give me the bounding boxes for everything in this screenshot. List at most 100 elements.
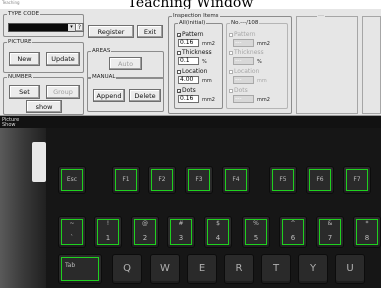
dots-unit: mm2 bbox=[202, 97, 215, 103]
type-code-combobox[interactable]: ▾ bbox=[8, 23, 76, 32]
key-label: 5 bbox=[253, 234, 259, 242]
manual-append-button[interactable]: Append bbox=[93, 89, 125, 102]
chevron-down-icon[interactable]: ▾ bbox=[68, 24, 75, 31]
key-label: F6 bbox=[316, 176, 324, 183]
picture-group: PICTURE New Update bbox=[3, 39, 84, 73]
key-roi[interactable]: Esc bbox=[58, 166, 86, 194]
dots-threshold-input[interactable]: 0.16 bbox=[178, 95, 199, 103]
register-button[interactable]: Register bbox=[88, 25, 134, 38]
key-roi[interactable]: F3 bbox=[185, 166, 213, 194]
key-label: ` bbox=[70, 234, 74, 242]
key-roi[interactable]: @2 bbox=[131, 216, 159, 248]
picture-update-button[interactable]: Update bbox=[46, 52, 80, 66]
key-shift-label: ! bbox=[106, 220, 110, 227]
key-label: F2 bbox=[158, 176, 166, 183]
checkbox-unchecked-icon bbox=[229, 69, 233, 74]
number-thickness-input[interactable]: --- bbox=[233, 57, 254, 65]
key-roi[interactable]: Y bbox=[298, 254, 328, 284]
window-title: Teaching Window bbox=[127, 0, 254, 9]
number-location-unit: mm bbox=[257, 78, 267, 84]
key-roi[interactable]: Tab bbox=[58, 254, 102, 284]
key-label: Q bbox=[123, 263, 131, 274]
location-threshold-input[interactable]: 4.00 bbox=[178, 76, 199, 84]
key-label: F3 bbox=[195, 176, 203, 183]
checkbox-unchecked-icon bbox=[177, 69, 181, 74]
thickness-unit: % bbox=[202, 59, 207, 65]
key-roi[interactable]: ~ ` bbox=[58, 216, 86, 248]
number-thickness-checkbox[interactable]: Thickness bbox=[229, 49, 264, 56]
key-roi[interactable]: & 7 bbox=[316, 216, 344, 248]
type-code-help-button[interactable]: ? bbox=[75, 23, 84, 32]
number-thickness-label: Thickness bbox=[234, 49, 264, 56]
key-roi[interactable]: T bbox=[261, 254, 291, 284]
key-label: R bbox=[235, 263, 243, 274]
pattern-label: Pattern bbox=[182, 31, 204, 38]
pattern-checkbox[interactable]: ✓ Pattern bbox=[177, 31, 204, 38]
key-roi[interactable]: * 8 bbox=[353, 216, 381, 248]
inspection-all-group: All(initial) ✓ Pattern 0.16 mm2 Thickness… bbox=[174, 20, 223, 109]
inspection-items-legend: Inspection Items bbox=[172, 13, 220, 20]
areas-auto-button[interactable]: Auto bbox=[109, 57, 142, 70]
key-roi[interactable]: F7 bbox=[343, 166, 371, 194]
number-location-input[interactable]: --- bbox=[233, 76, 254, 84]
key-shift-label: ~ bbox=[69, 220, 75, 227]
key-roi[interactable]: % 5 bbox=[242, 216, 270, 248]
manual-delete-button[interactable]: Delete bbox=[129, 89, 161, 102]
key-roi[interactable]: #3 bbox=[167, 216, 195, 248]
key-roi[interactable]: F6 bbox=[306, 166, 334, 194]
checkbox-checked-icon: ✓ bbox=[177, 88, 182, 94]
key-roi[interactable]: W bbox=[150, 254, 180, 284]
key-roi[interactable]: F1 bbox=[112, 166, 140, 194]
key-label: 2 bbox=[142, 234, 148, 242]
number-pattern-checkbox[interactable]: Pattern bbox=[229, 31, 256, 38]
number-dots-unit: mm2 bbox=[257, 97, 270, 103]
key-roi[interactable]: Q bbox=[112, 254, 142, 284]
key-label: U bbox=[346, 263, 354, 274]
inspection-number-header: No.---/108 bbox=[230, 20, 260, 27]
number-legend: NUMBER bbox=[7, 74, 33, 81]
camera-image-view[interactable]: Esc F1 F2 F3 F4 F5 F6 F7 ~ ` ! 1 @2 #3 $4 … bbox=[0, 128, 381, 288]
thickness-checkbox[interactable]: Thickness bbox=[177, 49, 212, 56]
key-label: 7 bbox=[327, 234, 333, 242]
key-roi[interactable]: ^ 6 bbox=[279, 216, 307, 248]
key-roi[interactable]: E bbox=[187, 254, 217, 284]
control-panel: TYPE CODE ▾ ? Register Exit PICTURE New … bbox=[0, 9, 381, 116]
exit-button[interactable]: Exit bbox=[137, 25, 163, 38]
key-roi[interactable]: F4 bbox=[222, 166, 250, 194]
key-label: F4 bbox=[232, 176, 240, 183]
key-label: 1 bbox=[105, 234, 111, 242]
number-pattern-input[interactable]: --- bbox=[233, 39, 254, 47]
key-roi[interactable]: R bbox=[224, 254, 254, 284]
number-set-button[interactable]: Set bbox=[9, 85, 40, 99]
key-roi[interactable]: F5 bbox=[269, 166, 297, 194]
location-checkbox[interactable]: Location bbox=[177, 68, 207, 75]
pattern-unit: mm2 bbox=[202, 41, 215, 47]
key-roi[interactable]: U bbox=[335, 254, 365, 284]
number-group-button[interactable]: Group bbox=[46, 85, 80, 99]
number-location-label: Location bbox=[234, 68, 260, 75]
number-pattern-label: Pattern bbox=[234, 31, 256, 38]
number-show-button[interactable]: show bbox=[26, 100, 62, 113]
key-shift-label: & bbox=[327, 220, 333, 227]
checkbox-unchecked-icon bbox=[229, 88, 233, 93]
number-dots-checkbox[interactable]: Dots bbox=[229, 87, 248, 94]
picture-new-button[interactable]: New bbox=[9, 52, 40, 66]
key-label: Tab bbox=[65, 262, 76, 270]
dots-checkbox[interactable]: ✓ Dots bbox=[177, 87, 196, 94]
key-roi[interactable]: ! 1 bbox=[94, 216, 122, 248]
key-roi[interactable]: $4 bbox=[204, 216, 232, 248]
right-panel-label: --- bbox=[317, 13, 325, 20]
key-roi[interactable]: F2 bbox=[148, 166, 176, 194]
right-edge-box bbox=[362, 16, 381, 114]
image-clip-object bbox=[32, 142, 46, 182]
key-label: W bbox=[160, 263, 170, 274]
picture-legend: PICTURE bbox=[7, 39, 33, 46]
key-shift-label: ^ bbox=[290, 220, 296, 227]
number-dots-input[interactable]: --- bbox=[233, 95, 254, 103]
number-location-checkbox[interactable]: Location bbox=[229, 68, 259, 75]
pattern-threshold-input[interactable]: 0.16 bbox=[178, 39, 199, 47]
manual-legend: MANUAL bbox=[91, 74, 117, 81]
right-panel-box: --- bbox=[296, 13, 358, 114]
thickness-threshold-input[interactable]: 0.1 bbox=[178, 57, 199, 65]
number-group: NUMBER Set Group show bbox=[3, 74, 84, 115]
